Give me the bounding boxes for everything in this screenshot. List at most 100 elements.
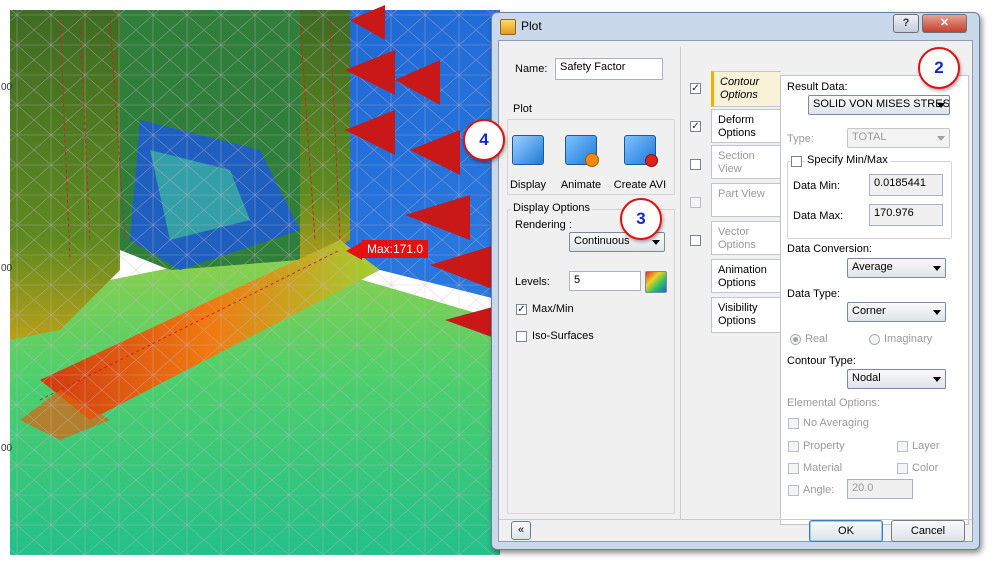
chevron-down-icon — [933, 310, 941, 315]
data-type-value: Corner — [852, 305, 886, 317]
data-conversion-dropdown[interactable]: Average — [847, 258, 946, 278]
min-max-group — [787, 161, 952, 239]
vector-options-checkbox[interactable] — [690, 235, 701, 246]
chevron-down-icon — [933, 377, 941, 382]
chevron-down-icon — [937, 136, 945, 141]
callout-badge-4: 4 — [463, 119, 505, 161]
material-label: Material — [803, 462, 843, 474]
data-type-label: Data Type: — [787, 288, 840, 300]
specify-min-max-label: Specify Min/Max — [805, 154, 890, 166]
max-min-checkbox[interactable]: ✓ — [516, 304, 527, 315]
help-button[interactable]: ? — [893, 14, 919, 33]
tab-section-view[interactable]: Section View — [711, 145, 781, 179]
animate-button[interactable]: Animate — [557, 135, 605, 191]
data-conversion-label: Data Conversion: — [787, 243, 872, 255]
callout-badge-2: 2 — [918, 47, 960, 89]
rendering-value: Continuous — [574, 235, 630, 247]
tab-animation-options[interactable]: Animation Options — [711, 259, 781, 293]
no-averaging-label: No Averaging — [803, 417, 869, 429]
dialog-client: Name: Safety Factor Plot Display Animate… — [498, 40, 973, 542]
max-min-label: Max/Min — [532, 303, 574, 315]
contour-type-dropdown[interactable]: Nodal — [847, 369, 946, 389]
chevron-down-icon — [937, 103, 945, 108]
animate-icon — [565, 135, 599, 167]
data-conversion-value: Average — [852, 261, 893, 273]
no-averaging-checkbox — [788, 418, 799, 429]
data-type-dropdown[interactable]: Corner — [847, 302, 946, 322]
specify-min-max-checkbox[interactable] — [791, 156, 802, 167]
max-value-label: Max:171.0 — [362, 240, 429, 258]
data-max-label: Data Max: — [793, 210, 844, 222]
name-label: Name: — [515, 63, 548, 75]
name-field[interactable]: Safety Factor — [555, 58, 663, 80]
color-checkbox — [897, 463, 908, 474]
tab-visibility-options[interactable]: Visibility Options — [711, 297, 781, 333]
angle-checkbox — [788, 485, 799, 496]
chevron-down-icon — [652, 240, 660, 245]
iso-surfaces-checkbox[interactable] — [516, 331, 527, 342]
iso-surfaces-label: Iso-Surfaces — [532, 330, 594, 342]
elemental-options-label: Elemental Options: — [787, 397, 880, 409]
axis-tick: 00 — [1, 263, 13, 274]
layer-checkbox — [897, 441, 908, 452]
create-avi-button-label: Create AVI — [613, 179, 667, 191]
contour-options-checkbox[interactable]: ✓ — [690, 83, 701, 94]
ok-button[interactable]: OK — [809, 520, 883, 542]
deform-options-checkbox[interactable]: ✓ — [690, 121, 701, 132]
type-value: TOTAL — [852, 131, 887, 143]
real-label: Real — [805, 333, 828, 345]
axis-tick: 00 — [1, 443, 13, 454]
dialog-title: Plot — [521, 19, 542, 33]
tab-vector-options[interactable]: Vector Options — [711, 221, 781, 255]
tab-deform-options[interactable]: Deform Options — [711, 109, 781, 143]
angle-label: Angle: — [803, 484, 835, 496]
callout-badge-3: 3 — [620, 198, 662, 240]
close-button[interactable]: ✕ — [922, 14, 967, 33]
plot-group-label: Plot — [513, 103, 532, 115]
color-scale-icon[interactable] — [645, 271, 667, 293]
display-cubes-icon — [512, 135, 544, 165]
axis-tick: 00 — [1, 82, 13, 93]
data-max-field[interactable]: 170.976 — [869, 204, 943, 226]
result-data-value: SOLID VON MISES STRESS — [813, 98, 950, 110]
imaginary-radio — [869, 334, 880, 345]
real-radio — [790, 334, 801, 345]
display-options-label: Display Options — [511, 202, 593, 214]
result-data-label: Result Data: — [787, 81, 848, 93]
contour-type-value: Nodal — [852, 372, 881, 384]
levels-field[interactable]: 5 — [569, 271, 641, 291]
display-options-group — [507, 209, 675, 514]
levels-label: Levels: — [515, 276, 550, 288]
type-label: Type: — [787, 133, 814, 145]
display-button-label: Display — [509, 179, 547, 191]
rendering-label: Rendering : — [515, 219, 572, 231]
contour-options-panel: Result Data: SOLID VON MISES STRESS Type… — [780, 75, 969, 525]
display-button[interactable]: Display — [509, 135, 547, 191]
layer-label: Layer — [912, 440, 940, 452]
data-min-field[interactable]: 0.0185441 — [869, 174, 943, 196]
tab-part-view[interactable]: Part View — [711, 183, 781, 217]
section-view-checkbox[interactable] — [690, 159, 701, 170]
angle-field: 20.0 — [847, 479, 913, 499]
imaginary-label: Imaginary — [884, 333, 933, 345]
plot-app-icon — [500, 19, 516, 35]
tab-contour-options[interactable]: Contour Options — [711, 71, 781, 107]
title-bar[interactable]: Plot ? ✕ — [492, 13, 979, 39]
type-dropdown: TOTAL — [847, 128, 950, 148]
contour-type-label: Contour Type: — [787, 355, 856, 367]
result-data-dropdown[interactable]: SOLID VON MISES STRESS — [808, 95, 950, 115]
property-label: Property — [803, 440, 845, 452]
create-avi-icon — [624, 135, 658, 167]
color-label: Color — [912, 462, 939, 474]
create-avi-button[interactable]: Create AVI — [611, 135, 669, 191]
animate-button-label: Animate — [560, 179, 602, 191]
data-min-label: Data Min: — [793, 180, 841, 192]
property-checkbox — [788, 441, 799, 452]
expand-button[interactable]: « — [511, 521, 531, 540]
material-checkbox — [788, 463, 799, 474]
chevron-down-icon — [933, 266, 941, 271]
max-marker-arrow — [346, 242, 362, 260]
part-view-checkbox — [690, 197, 701, 208]
cancel-button[interactable]: Cancel — [891, 520, 965, 542]
divider — [680, 47, 681, 519]
